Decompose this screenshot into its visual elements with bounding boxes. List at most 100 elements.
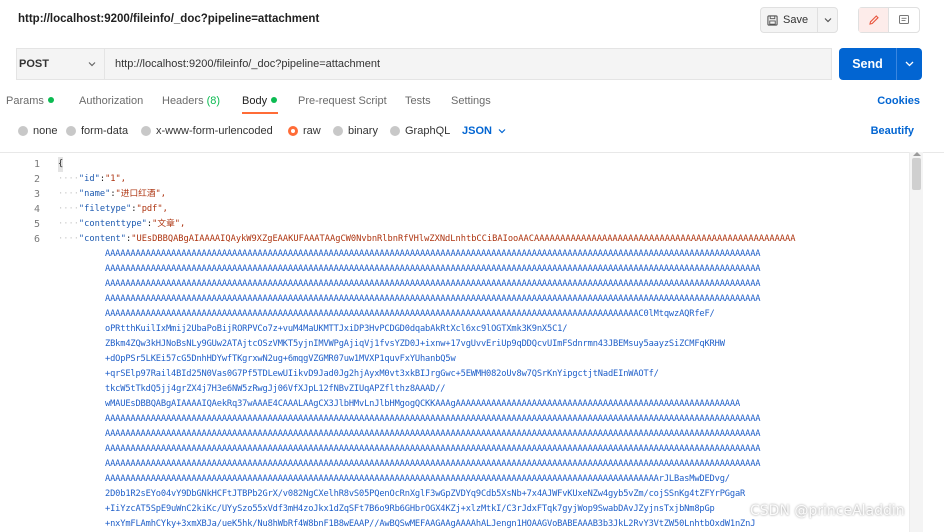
save-button-group: Save: [760, 7, 838, 33]
code-line: AAAAAAAAAAAAAAAAAAAAAAAAAAAAAAAAAAAAAAAA…: [105, 474, 730, 484]
active-tab-indicator: [242, 112, 278, 114]
code-line: AAAAAAAAAAAAAAAAAAAAAAAAAAAAAAAAAAAAAAAA…: [105, 309, 715, 319]
json-value: "进口红酒",: [115, 189, 166, 199]
body-option-urlencoded[interactable]: x-www-form-urlencoded: [141, 125, 273, 137]
code-line: +qrSElp97Rail4BId25N0Vas0G7Pf5TDLewUIikv…: [105, 369, 659, 379]
body-option-graphql[interactable]: GraphQL: [390, 125, 450, 137]
status-dot: [271, 97, 278, 103]
body-option-form-data[interactable]: form-data: [66, 125, 128, 137]
watermark: CSDN @princeAladdin: [750, 503, 905, 519]
json-key: "id": [78, 174, 100, 184]
code-line: AAAAAAAAAAAAAAAAAAAAAAAAAAAAAAAAAAAAAAAA…: [105, 249, 761, 259]
code-line: ····"contenttype":"文章",: [58, 219, 186, 229]
request-tabs: Params Authorization Headers (8) Body Pr…: [0, 91, 944, 114]
tab-authorization[interactable]: Authorization: [79, 95, 143, 107]
headers-count: (8): [206, 95, 221, 107]
code-line: AAAAAAAAAAAAAAAAAAAAAAAAAAAAAAAAAAAAAAAA…: [105, 444, 761, 454]
radio-button: [18, 126, 28, 136]
url-bar: POST http://localhost:9200/fileinfo/_doc…: [0, 48, 944, 82]
save-button[interactable]: Save: [761, 8, 814, 32]
json-key: "contenttype": [78, 219, 147, 229]
code-line: ZBkm4ZQw3kHJNoBsNLy9GUw2ATAjtcOSzVMKT5yj…: [105, 339, 725, 349]
code-line: ····"content":"UEsDBBQABgAIAAAAIQAykW9XZ…: [58, 234, 796, 244]
tab-params[interactable]: Params: [6, 95, 54, 107]
code-line: ····"filetype":"pdf",: [58, 204, 168, 214]
save-icon: [767, 14, 778, 26]
tab-settings[interactable]: Settings: [451, 95, 491, 107]
content-continuation: AAAAAAAAAAAAAAAAAAAAAAAAAAAAAAAAAAAAAAAA…: [58, 247, 908, 532]
request-header-bar: http://localhost:9200/fileinfo/_doc?pipe…: [0, 0, 944, 40]
body-option-label: GraphQL: [405, 125, 451, 137]
body-option-label: none: [33, 125, 58, 137]
chevron-down-icon: [88, 62, 96, 67]
line-number: 6: [33, 234, 40, 245]
line-number: 2: [33, 174, 40, 185]
save-label: Save: [783, 14, 809, 26]
body-option-label: form-data: [81, 125, 129, 137]
code-line: ····"id":"1",: [58, 174, 126, 184]
save-options-button[interactable]: [817, 8, 837, 32]
json-key: "content": [78, 234, 126, 244]
radio-button-selected: [288, 126, 298, 136]
scroll-up-icon: [913, 152, 921, 156]
method-select[interactable]: POST: [16, 48, 104, 80]
edit-mode-button[interactable]: [859, 8, 889, 32]
chevron-down-icon: [824, 18, 831, 23]
body-type-options: none form-data x-www-form-urlencoded raw…: [0, 122, 944, 142]
code-line: {: [58, 157, 908, 172]
body-option-raw[interactable]: raw: [288, 125, 321, 137]
code-line: 2D0b1R2sEYo04vY9DbGNkHCFtJTBPb2GrX/v082N…: [105, 489, 746, 499]
code-content: { ····"id":"1", ····"name":"进口红酒", ····"…: [58, 157, 908, 532]
json-key: "filetype": [78, 204, 132, 214]
code-line: oPRtthKuilIxMmij2UbaPoBijRORPVCo7z+vuM4M…: [105, 324, 568, 334]
radio-button: [390, 126, 400, 136]
body-option-binary[interactable]: binary: [333, 125, 378, 137]
chevron-down-icon: [905, 61, 914, 67]
send-button-group: Send: [839, 48, 922, 80]
method-label: POST: [19, 58, 49, 70]
request-title[interactable]: http://localhost:9200/fileinfo/_doc?pipe…: [18, 13, 319, 25]
view-toggle: [858, 7, 920, 33]
code-editor[interactable]: 1 2 3 4 5 6 { ····"id":"1", ····"name":"…: [0, 152, 944, 532]
tab-tests[interactable]: Tests: [405, 95, 431, 107]
tab-headers-label: Headers: [162, 95, 204, 107]
line-number: 1: [33, 159, 40, 170]
tab-pre-request-script[interactable]: Pre-request Script: [298, 95, 387, 107]
json-value: "pdf",: [136, 204, 168, 214]
chevron-down-icon: [498, 129, 506, 134]
comment-icon: [899, 15, 909, 24]
tab-body[interactable]: Body: [242, 95, 278, 107]
radio-button: [333, 126, 343, 136]
status-dot: [47, 97, 54, 103]
editor-scrollbar[interactable]: [909, 152, 923, 532]
code-line: tkcW5tTkdQ5jj4grZX4j7H3e6NW5zRwgJj06VfXJ…: [105, 384, 446, 394]
code-line: AAAAAAAAAAAAAAAAAAAAAAAAAAAAAAAAAAAAAAAA…: [105, 459, 761, 469]
code-line: AAAAAAAAAAAAAAAAAAAAAAAAAAAAAAAAAAAAAAAA…: [105, 414, 761, 424]
docs-mode-button[interactable]: [889, 8, 919, 32]
tab-headers[interactable]: Headers (8): [162, 95, 220, 107]
code-line: AAAAAAAAAAAAAAAAAAAAAAAAAAAAAAAAAAAAAAAA…: [105, 294, 761, 304]
cookies-link[interactable]: Cookies: [877, 95, 920, 107]
beautify-link[interactable]: Beautify: [871, 125, 914, 137]
code-line: AAAAAAAAAAAAAAAAAAAAAAAAAAAAAAAAAAAAAAAA…: [105, 279, 761, 289]
body-option-none[interactable]: none: [18, 125, 57, 137]
line-number: 5: [33, 219, 40, 230]
body-option-label: x-www-form-urlencoded: [156, 125, 273, 137]
tab-body-label: Body: [242, 95, 268, 107]
scroll-thumb[interactable]: [912, 158, 921, 190]
line-number-gutter: 1 2 3 4 5 6: [0, 157, 40, 247]
pencil-icon: [868, 15, 879, 25]
send-options-button[interactable]: [896, 48, 922, 80]
raw-format-select[interactable]: JSON: [462, 125, 506, 137]
body-option-label: raw: [303, 125, 321, 137]
json-value: "文章",: [152, 219, 186, 229]
open-brace: {: [58, 157, 64, 172]
json-value: "1",: [105, 174, 126, 184]
line-number: 4: [33, 204, 40, 215]
url-input[interactable]: http://localhost:9200/fileinfo/_doc?pipe…: [104, 48, 832, 80]
code-line: +dOpPSr5LKEi57cG5DnhHDYwfTKgrxwN2ug+6mqg…: [105, 354, 456, 364]
radio-button: [141, 126, 151, 136]
code-line: AAAAAAAAAAAAAAAAAAAAAAAAAAAAAAAAAAAAAAAA…: [105, 264, 761, 274]
send-button[interactable]: Send: [839, 57, 896, 71]
json-key: "name": [78, 189, 111, 199]
